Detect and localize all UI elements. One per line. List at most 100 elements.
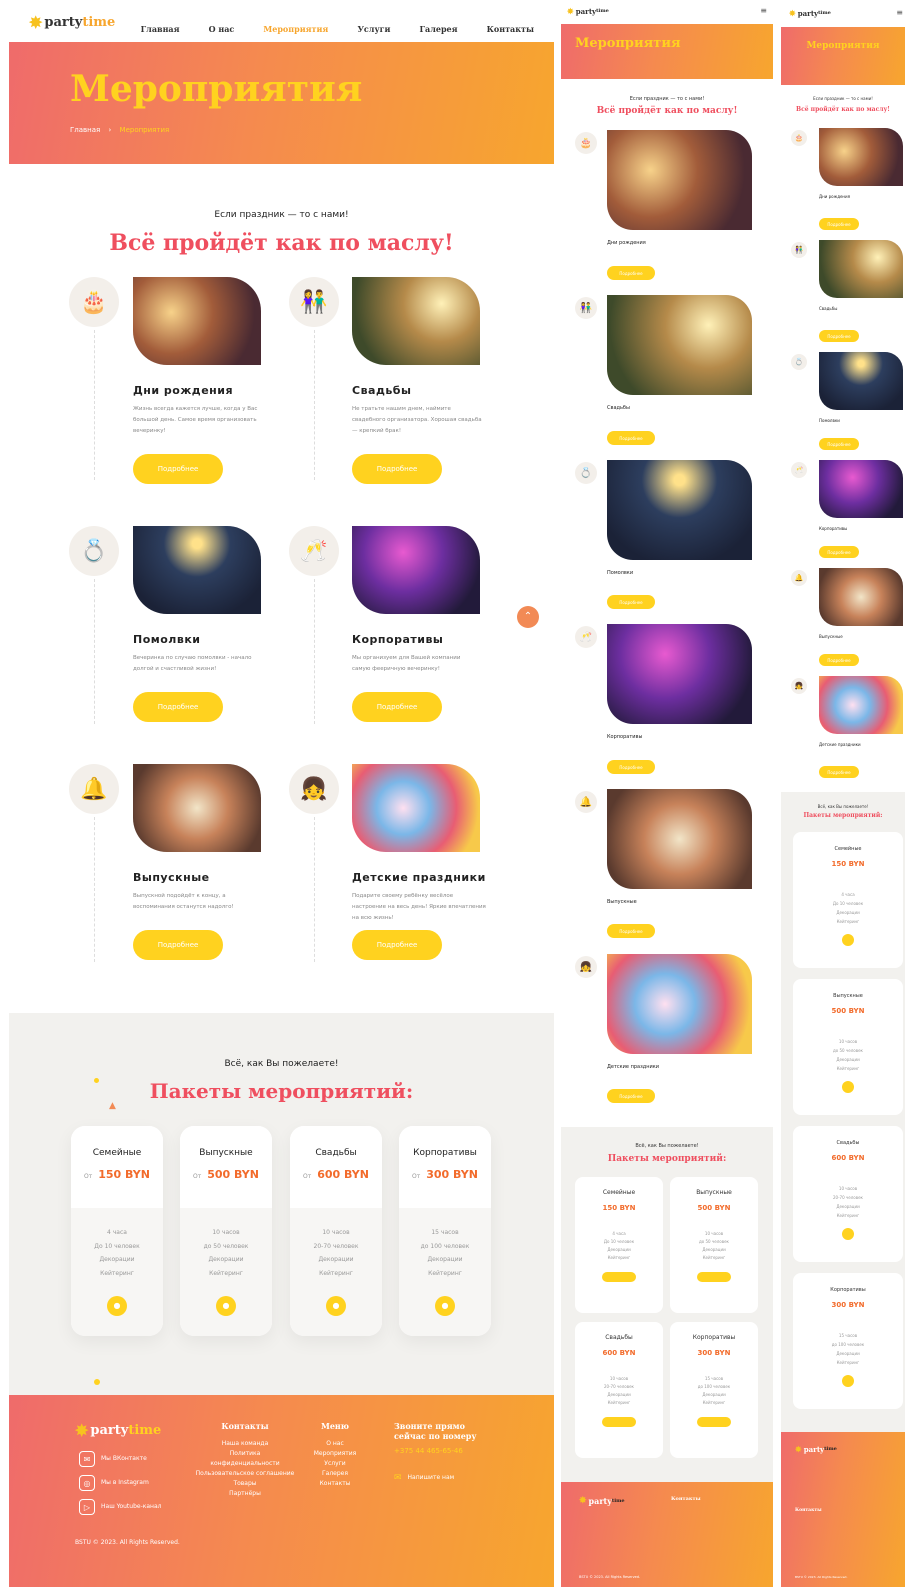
package-card: Выпускные 500 BYN 10 часов до 50 человек Д… (793, 979, 903, 1115)
select-package-button[interactable]: ● (216, 1296, 236, 1316)
scroll-top-button[interactable]: ⌃ (517, 606, 539, 628)
package-card: Семейные 150 BYN 4 часа До 10 человек Деко… (575, 1177, 663, 1313)
details-button[interactable]: Подробнее (607, 1089, 655, 1103)
select-package-button[interactable] (602, 1417, 636, 1427)
hero-banner: Мероприятия (561, 24, 773, 79)
divider (94, 579, 95, 724)
phone-view: ✸ party time ≡ Мероприятия Если праздник —… (781, 0, 905, 1587)
details-button[interactable]: Подробнее (819, 766, 859, 778)
divider (94, 817, 95, 962)
write-us-link[interactable]: ✉ Напишите нам (394, 1473, 484, 1483)
package-card: Семейные От 150 BYN 4 часа До 10 человек Дек… (71, 1126, 163, 1336)
nav-about[interactable]: О нас (209, 24, 235, 34)
mail-icon: ✉ (394, 1473, 402, 1483)
package-card: Семейные 150 BYN 4 часа До 10 человек Деко… (793, 832, 903, 968)
details-button[interactable]: Подробнее (819, 546, 859, 558)
nav-contacts[interactable]: Контакты (487, 24, 534, 34)
bells-icon: 🔔 (69, 764, 119, 814)
breadcrumb-current: Мероприятия (119, 126, 170, 134)
nav-services[interactable]: Услуги (357, 24, 390, 34)
select-package-button[interactable] (842, 1375, 854, 1387)
packages-subtitle: Всё, как Вы пожелаете! (224, 1059, 339, 1069)
event-title: Выпускные (133, 871, 210, 884)
vk-icon: ✉ (79, 1451, 95, 1467)
details-button[interactable]: Подробнее (819, 438, 859, 450)
details-button[interactable]: Подробнее (607, 760, 655, 774)
details-button[interactable]: Подробнее (819, 330, 859, 342)
event-photo-kids (352, 764, 480, 852)
package-card: Выпускные 500 BYN 10 часов до 50 человек Д… (670, 1177, 758, 1313)
packages-section: Всё, как Вы пожелаете! Пакеты мероприяти… (561, 1127, 773, 1482)
logo[interactable]: ✸ party time (789, 8, 831, 18)
nav-events[interactable]: Мероприятия (263, 24, 328, 34)
footer-logo[interactable]: ✸ party time (75, 1421, 161, 1440)
breadcrumb-home[interactable]: Главная (70, 126, 100, 134)
instagram-link[interactable]: ◎ Мы в Instagram (79, 1475, 161, 1491)
vk-link[interactable]: ✉ Мы ВКонтакте (79, 1451, 161, 1467)
details-button[interactable]: Подробнее (352, 930, 442, 960)
select-package-button[interactable] (842, 934, 854, 946)
couple-icon: 👫 (575, 297, 597, 319)
details-button[interactable]: Подробнее (133, 454, 223, 484)
packages-title: Пакеты мероприятий: (149, 1079, 414, 1103)
details-button[interactable]: Подробнее (352, 454, 442, 484)
confetti-triangle: ▲ (109, 1101, 116, 1111)
select-package-button[interactable]: ● (435, 1296, 455, 1316)
menu-icon[interactable]: ≡ (896, 8, 903, 17)
confetti-dot (94, 1078, 99, 1083)
tablet-view: ✸ party time ≡ Мероприятия Если праздник —… (561, 0, 773, 1587)
cake-icon: 🎂 (69, 277, 119, 327)
event-desc: Вечеринка по случаю помолвки - начало до… (133, 655, 252, 672)
details-button[interactable]: Подробнее (607, 924, 655, 938)
package-card: Свадьбы 600 BYN 10 часов 20-70 человек Дек… (793, 1126, 903, 1262)
details-button[interactable]: Подробнее (607, 266, 655, 280)
kids-icon: 👧 (575, 956, 597, 978)
packages-section: Всё, как Вы пожелаете! Пакеты мероприяти… (781, 792, 905, 1432)
event-photo-wedding (352, 277, 480, 365)
event-title: Корпоративы (352, 633, 444, 646)
footer: ✸ party time ✉ Мы ВКонтакте ◎ Мы в Instagra… (9, 1395, 554, 1587)
select-package-button[interactable]: ● (107, 1296, 127, 1316)
social-links: ✉ Мы ВКонтакте ◎ Мы в Instagram ▷ Наш Youtu… (79, 1451, 161, 1523)
details-button[interactable]: Подробнее (607, 431, 655, 445)
select-package-button[interactable] (842, 1081, 854, 1093)
divider (94, 330, 95, 480)
footer: ✸ party time Контакты BSTU © 2023. All Rig… (781, 1432, 905, 1587)
youtube-link[interactable]: ▷ Наш Youtube-канал (79, 1499, 161, 1515)
details-button[interactable]: Подробнее (133, 692, 223, 722)
select-package-button[interactable] (697, 1272, 731, 1282)
select-package-button[interactable]: ● (326, 1296, 346, 1316)
details-button[interactable]: Подробнее (819, 218, 859, 230)
nav-gallery[interactable]: Галерея (420, 24, 458, 34)
main-nav: Главная О нас Мероприятия Услуги Галерея… (117, 17, 534, 36)
select-package-button[interactable] (602, 1272, 636, 1282)
details-button[interactable]: Подробнее (352, 692, 442, 722)
divider (314, 579, 315, 724)
phone-number[interactable]: +375 44 465-65-46 (394, 1447, 484, 1455)
select-package-button[interactable] (842, 1228, 854, 1240)
logo[interactable]: ✸ party time (567, 6, 609, 16)
footer-call: Звоните прямо сейчас по номеру +375 44 4… (394, 1421, 484, 1483)
event-desc: Подарите своему ребёнку весёлое настроен… (352, 893, 486, 921)
details-button[interactable]: Подробнее (819, 654, 859, 666)
bells-icon: 🔔 (575, 791, 597, 813)
event-title: Дни рождения (133, 384, 234, 397)
select-package-button[interactable] (697, 1417, 731, 1427)
package-card: Корпоративы От 300 BYN 15 часов до 100 чело… (399, 1126, 491, 1336)
details-button[interactable]: Подробнее (133, 930, 223, 960)
rings-icon: 💍 (575, 462, 597, 484)
confetti-icon: ✸ (29, 13, 43, 32)
kids-icon: 👧 (289, 764, 339, 814)
details-button[interactable]: Подробнее (607, 595, 655, 609)
menu-icon[interactable]: ≡ (760, 6, 767, 15)
event-desc: Мы организуем для Вашей компании самую ф… (352, 655, 461, 672)
logo[interactable]: ✸ party time (29, 13, 115, 32)
package-card: Выпускные От 500 BYN 10 часов до 50 человек… (180, 1126, 272, 1336)
divider (314, 330, 315, 480)
package-card: Свадьбы От 600 BYN 10 часов 20-70 человек Де… (290, 1126, 382, 1336)
nav-home[interactable]: Главная (141, 24, 180, 34)
breadcrumb: Главная › Мероприятия (70, 126, 170, 134)
event-title: Свадьбы (352, 384, 412, 397)
intro-subtitle: Если праздник — то с нами! (214, 210, 349, 220)
glasses-icon: 🥂 (575, 626, 597, 648)
